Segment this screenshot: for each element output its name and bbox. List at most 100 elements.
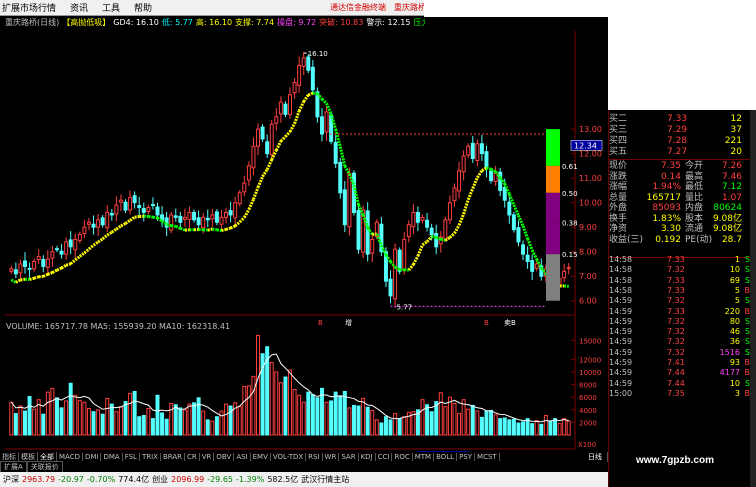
candle: [356, 203, 361, 254]
volume-bar: [388, 419, 393, 436]
volume-bar: [379, 422, 384, 436]
status-item: 武汉行情主站: [301, 475, 350, 484]
period-label[interactable]: 日线: [583, 452, 608, 462]
info-item: 压力: 14.13: [413, 18, 425, 27]
menu-news[interactable]: 资讯: [63, 1, 95, 14]
volume-bar: [105, 397, 110, 436]
volume-bar: [9, 401, 14, 436]
volume-tick-label: 4000: [579, 407, 597, 415]
indicator-tab[interactable]: VOL-TDX: [271, 453, 307, 461]
indicator-tab[interactable]: KDJ: [359, 453, 376, 461]
volume-bar: [237, 406, 242, 436]
indicator-tab[interactable]: DMA: [101, 453, 123, 461]
indicator-tab[interactable]: TRIX: [140, 453, 161, 461]
indicator-tab[interactable]: OBV: [214, 453, 235, 461]
volume-bar: [114, 411, 119, 436]
status-item: -29.65: [207, 475, 233, 484]
stat-label: 流通: [685, 224, 704, 234]
indicator-tab[interactable]: CCI: [376, 453, 393, 461]
volume-bar: [447, 396, 452, 436]
volume-bar: [374, 419, 379, 436]
stat-label: 外盘: [609, 203, 628, 213]
indicator-tab[interactable]: CR: [185, 453, 200, 461]
menu-help[interactable]: 帮助: [127, 1, 159, 14]
tick-volume: 5: [734, 296, 740, 306]
tick-price: 7.32: [667, 316, 685, 326]
volume-bar: [383, 416, 388, 436]
tick-time: 14:59: [609, 347, 633, 357]
volume-bar: [347, 407, 352, 436]
menu-tools[interactable]: 工具: [95, 1, 127, 14]
tick-row: 14:58 7.32 10 S: [609, 265, 756, 276]
tick-time: 14:58: [609, 265, 633, 275]
status-item: 774.4亿: [118, 475, 150, 484]
stat-value: 7.12: [721, 182, 742, 192]
kline-chart[interactable]: 6.00 7.00 8.00 9.00 10.00 11.00 12.00 13.00 2000…: [0, 17, 608, 452]
volume-bar: [256, 334, 261, 436]
tick-volume: 1: [734, 255, 740, 264]
volume-bar: [96, 409, 101, 436]
indicator-tab[interactable]: FSL: [123, 453, 140, 461]
indicator-tab[interactable]: RSI: [306, 453, 323, 461]
candle: [338, 158, 343, 199]
volume-bar: [13, 413, 18, 436]
tick-row: 14:59 7.44 10 S: [609, 379, 756, 390]
volume-bar: [297, 394, 302, 436]
stat-value: 7.26: [721, 161, 742, 171]
stat-label: 现价: [609, 161, 628, 171]
volume-bar: [470, 404, 475, 436]
indicator-tab[interactable]: VR: [200, 453, 215, 461]
status-item: -0.70%: [86, 475, 116, 484]
volume-bar: [187, 403, 192, 436]
indicator-tab[interactable]: WR: [323, 453, 340, 461]
signal-marker: B: [484, 319, 489, 327]
stat-value: 1.83%: [652, 213, 681, 224]
volume-bar: [150, 418, 155, 436]
volume-bar: [562, 418, 567, 436]
volume-bar: [86, 408, 91, 436]
status-item: 沪深: [3, 475, 19, 484]
indicator-tab[interactable]: BRAR: [161, 453, 185, 461]
volume-bar: [333, 391, 338, 436]
volume-tick-label: 15000: [579, 337, 601, 345]
candle: [374, 219, 379, 240]
tick-scrollbar[interactable]: [750, 110, 756, 487]
volume-bar: [137, 416, 142, 436]
tick-time: 14:59: [609, 327, 633, 337]
volume-bar: [205, 419, 210, 436]
indicator-tab[interactable]: BOLL: [434, 453, 458, 461]
price-tick-label: 13.00: [579, 125, 602, 134]
tick-row: 15:00 7.35 3 B: [609, 389, 756, 400]
indicator-tab[interactable]: SAR: [339, 453, 359, 461]
fib-band: [546, 165, 560, 193]
stat-row: 涨跌 0.14 最高 7.46: [609, 172, 756, 183]
volume-bar: [443, 406, 448, 436]
indicator-tab[interactable]: MTM: [413, 453, 435, 461]
formula-name: 【高抛低吸】: [62, 18, 111, 27]
stat-value: 0.14: [660, 171, 681, 182]
volume-bar: [507, 419, 512, 436]
volume-bar: [530, 423, 535, 436]
stat-label: 最低: [685, 182, 704, 192]
stat-label: 总量: [609, 192, 628, 203]
volume-bar: [434, 401, 439, 436]
volume-bar: [283, 376, 288, 436]
volume-unit: X100: [578, 441, 596, 449]
indicator-tab[interactable]: ROC: [392, 453, 413, 461]
indicator-tab[interactable]: PSY: [457, 453, 476, 461]
fib-ratio-label: 0.50: [562, 190, 578, 198]
tick-time: 14:59: [609, 316, 633, 326]
indicator-tab[interactable]: EMV: [251, 453, 271, 461]
menu-market[interactable]: 扩展市场行情: [0, 1, 63, 14]
volume-bar: [338, 395, 343, 436]
indicator-tab[interactable]: MACD: [57, 453, 83, 461]
tick-volume: 220: [724, 306, 740, 316]
indicator-tab[interactable]: ASI: [234, 453, 251, 461]
tick-volume: 80: [729, 316, 740, 326]
indicator-tab[interactable]: DMI: [83, 453, 102, 461]
link-terminal[interactable]: 通达信金融终端: [326, 2, 390, 13]
bid-volume: 12: [730, 114, 742, 124]
info-item: 高: 16.10: [195, 18, 233, 27]
tick-volume: 10: [729, 265, 740, 275]
indicator-tab[interactable]: MCST: [475, 453, 500, 461]
